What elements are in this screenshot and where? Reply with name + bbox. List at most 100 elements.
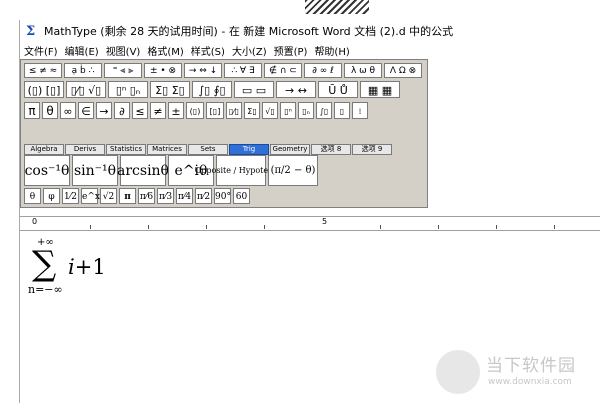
tab-trig[interactable]: Trig xyxy=(229,144,269,155)
ruler-tick xyxy=(438,225,439,229)
sqrt-button[interactable]: √▯ xyxy=(262,102,278,119)
watermark-brand: 当下软件园 xyxy=(486,356,576,376)
half-small-button[interactable]: 1⁄2 xyxy=(62,188,79,204)
operators-palette-button[interactable]: ± • ⊗ xyxy=(144,63,182,78)
ninety-degree-button[interactable]: 90° xyxy=(214,188,231,204)
ruler-tick xyxy=(380,225,381,229)
fence-templates-button[interactable]: (▯) [▯] xyxy=(24,81,64,98)
menu-bar: 文件(F) 编辑(E) 视图(V) 格式(M) 样式(S) 大小(Z) 预置(P… xyxy=(20,42,600,59)
theta-small-button[interactable]: θ xyxy=(24,188,41,204)
embellishments-palette-button[interactable]: ⁼ ⫷ ⫸ xyxy=(104,63,142,78)
label-arrow-templates-button[interactable]: → ↔ xyxy=(276,81,316,98)
mathtype-sigma-icon: Σ xyxy=(26,23,36,39)
sum-lower-limit[interactable]: n=−∞ xyxy=(28,283,63,296)
brackets-button[interactable]: [▯] xyxy=(206,102,224,119)
neq-button[interactable]: ≠ xyxy=(150,102,166,119)
theta-button[interactable]: θ xyxy=(42,102,58,119)
trig-small-row: θ φ 1⁄2 e^x √2 π π⁄6 π⁄3 π⁄4 π⁄2 90° 60 xyxy=(24,188,250,204)
arrows-palette-button[interactable]: → ⇔ ↓ xyxy=(184,63,222,78)
watermark-url: www.downxia.com xyxy=(488,377,572,387)
summation-symbol[interactable]: ∑ xyxy=(32,247,56,281)
arcsin-power-template-button[interactable]: sin⁻¹θ xyxy=(72,155,118,186)
greek-upper-palette-button[interactable]: Λ Ω ⊗ xyxy=(384,63,422,78)
menu-format[interactable]: 格式(M) xyxy=(143,43,186,58)
tab-option-8[interactable]: 选项 8 xyxy=(311,144,351,155)
misc-symbols-palette-button[interactable]: ∂ ∞ ℓ xyxy=(304,63,342,78)
sum-button[interactable]: Σ▯ xyxy=(244,102,260,119)
product-templates-button[interactable]: Ū Ů xyxy=(318,81,358,98)
menu-size[interactable]: 大小(Z) xyxy=(228,43,270,58)
sets-palette-button[interactable]: ∉ ∩ ⊂ xyxy=(264,63,302,78)
template-palette-row: (▯) [▯] ▯⁄▯ √▯ ▯ⁿ ▯ₙ Σ▯ Σ▯ ∫▯ ∮▯ ▭ ▭ → ↔… xyxy=(24,81,400,98)
menu-style[interactable]: 样式(S) xyxy=(187,43,228,58)
pi-over-3-button[interactable]: π⁄3 xyxy=(157,188,174,204)
tab-algebra[interactable]: Algebra xyxy=(24,144,64,155)
hatch-decoration xyxy=(305,0,369,14)
summand-expression[interactable]: i+1 xyxy=(68,255,106,279)
pi-over-6-button[interactable]: π⁄6 xyxy=(138,188,155,204)
ruler-tick xyxy=(206,225,207,229)
plusminus-button[interactable]: ± xyxy=(168,102,184,119)
bar-templates-button[interactable]: ▭ ▭ xyxy=(234,81,274,98)
ruler-tick xyxy=(264,225,265,229)
symbol-palette: ≤ ≠ ≈ ạ ḃ ∴ ⁼ ⫷ ⫸ ± • ⊗ → ⇔ ↓ ∴ ∀ ∃ ∉ ∩ … xyxy=(20,59,428,237)
complement-angle-template-button[interactable]: (π/2 − θ) xyxy=(268,155,318,186)
arrow-right-button[interactable]: → xyxy=(96,102,112,119)
partial-button[interactable]: ∂ xyxy=(114,102,130,119)
menu-preferences[interactable]: 预置(P) xyxy=(270,43,311,58)
sqrt2-small-button[interactable]: √2 xyxy=(100,188,117,204)
tab-sets[interactable]: Sets xyxy=(188,144,228,155)
logic-palette-button[interactable]: ∴ ∀ ∃ xyxy=(224,63,262,78)
small-bar-row: π θ ∞ ∈ → ∂ ≤ ≠ ± (▯) [▯] ▯⁄▯ Σ▯ √▯ ▯ⁿ ▯… xyxy=(24,102,368,119)
pi-over-2-button[interactable]: π⁄2 xyxy=(195,188,212,204)
tab-derivs[interactable]: Derivs xyxy=(65,144,105,155)
tab-option-9[interactable]: 选项 9 xyxy=(352,144,392,155)
menu-file[interactable]: 文件(F) xyxy=(20,43,61,58)
superscript-button[interactable]: ▯ⁿ xyxy=(280,102,296,119)
fraction-button[interactable]: ▯⁄▯ xyxy=(226,102,242,119)
spaces-palette-button[interactable]: ạ ḃ ∴ xyxy=(64,63,102,78)
pi-small-button[interactable]: π xyxy=(119,188,136,204)
vertical-dots-button[interactable]: ⁞ xyxy=(352,102,368,119)
ruler-tick xyxy=(148,225,149,229)
matrix-templates-button[interactable]: ▦ ▦ xyxy=(360,81,400,98)
parentheses-button[interactable]: (▯) xyxy=(186,102,204,119)
ruler-mark-0: 0 xyxy=(32,217,38,226)
exp-small-button[interactable]: e^x xyxy=(81,188,100,204)
menu-help[interactable]: 帮助(H) xyxy=(310,43,352,58)
integral-button[interactable]: ∫▯ xyxy=(316,102,332,119)
tab-statistics[interactable]: Statistics xyxy=(106,144,146,155)
watermark-logo-icon xyxy=(436,350,480,394)
script-templates-button[interactable]: ▯ⁿ ▯ₙ xyxy=(108,81,148,98)
tab-matrices[interactable]: Matrices xyxy=(147,144,187,155)
title-bar: Σ MathType (剩余 28 天的试用时间) - 在 新建 Microso… xyxy=(20,20,600,42)
pi-over-4-button[interactable]: π⁄4 xyxy=(176,188,193,204)
variable-i[interactable]: i xyxy=(68,255,75,279)
symbol-palette-row-1: ≤ ≠ ≈ ạ ḃ ∴ ⁼ ⫷ ⫸ ± • ⊗ → ⇔ ↓ ∴ ∀ ∃ ∉ ∩ … xyxy=(24,63,422,78)
tab-geometry[interactable]: Geometry xyxy=(270,144,310,155)
integral-templates-button[interactable]: ∫▯ ∮▯ xyxy=(192,81,232,98)
summation-templates-button[interactable]: Σ▯ Σ▯ xyxy=(150,81,190,98)
ruler[interactable]: 0 5 xyxy=(20,216,600,231)
greek-lower-palette-button[interactable]: λ ω θ xyxy=(344,63,382,78)
relations-palette-button[interactable]: ≤ ≠ ≈ xyxy=(24,63,62,78)
box-button[interactable]: ▯ xyxy=(334,102,350,119)
menu-edit[interactable]: 编辑(E) xyxy=(61,43,102,58)
menu-view[interactable]: 视图(V) xyxy=(102,43,144,58)
element-of-button[interactable]: ∈ xyxy=(78,102,94,119)
trig-template-row: cos⁻¹θ sin⁻¹θ arcsinθ e^iθ Opposite / Hy… xyxy=(24,155,318,186)
ruler-tick xyxy=(554,225,555,229)
fraction-templates-button[interactable]: ▯⁄▯ √▯ xyxy=(66,81,106,98)
arccos-template-button[interactable]: cos⁻¹θ xyxy=(24,155,70,186)
plus-one[interactable]: +1 xyxy=(75,255,106,279)
watermark: 当下软件园 www.downxia.com xyxy=(436,350,586,398)
window-title: MathType (剩余 28 天的试用时间) - 在 新建 Microsoft… xyxy=(44,25,454,38)
subscript-button[interactable]: ▯ₙ xyxy=(298,102,314,119)
arcsin-template-button[interactable]: arcsinθ xyxy=(117,155,169,186)
pi-button[interactable]: π xyxy=(24,102,40,119)
phi-small-button[interactable]: φ xyxy=(43,188,60,204)
infinity-button[interactable]: ∞ xyxy=(60,102,76,119)
leq-button[interactable]: ≤ xyxy=(132,102,148,119)
opposite-hypotenuse-template-button[interactable]: Opposite / Hypotenuse xyxy=(195,155,287,186)
sixty-button[interactable]: 60 xyxy=(233,188,250,204)
